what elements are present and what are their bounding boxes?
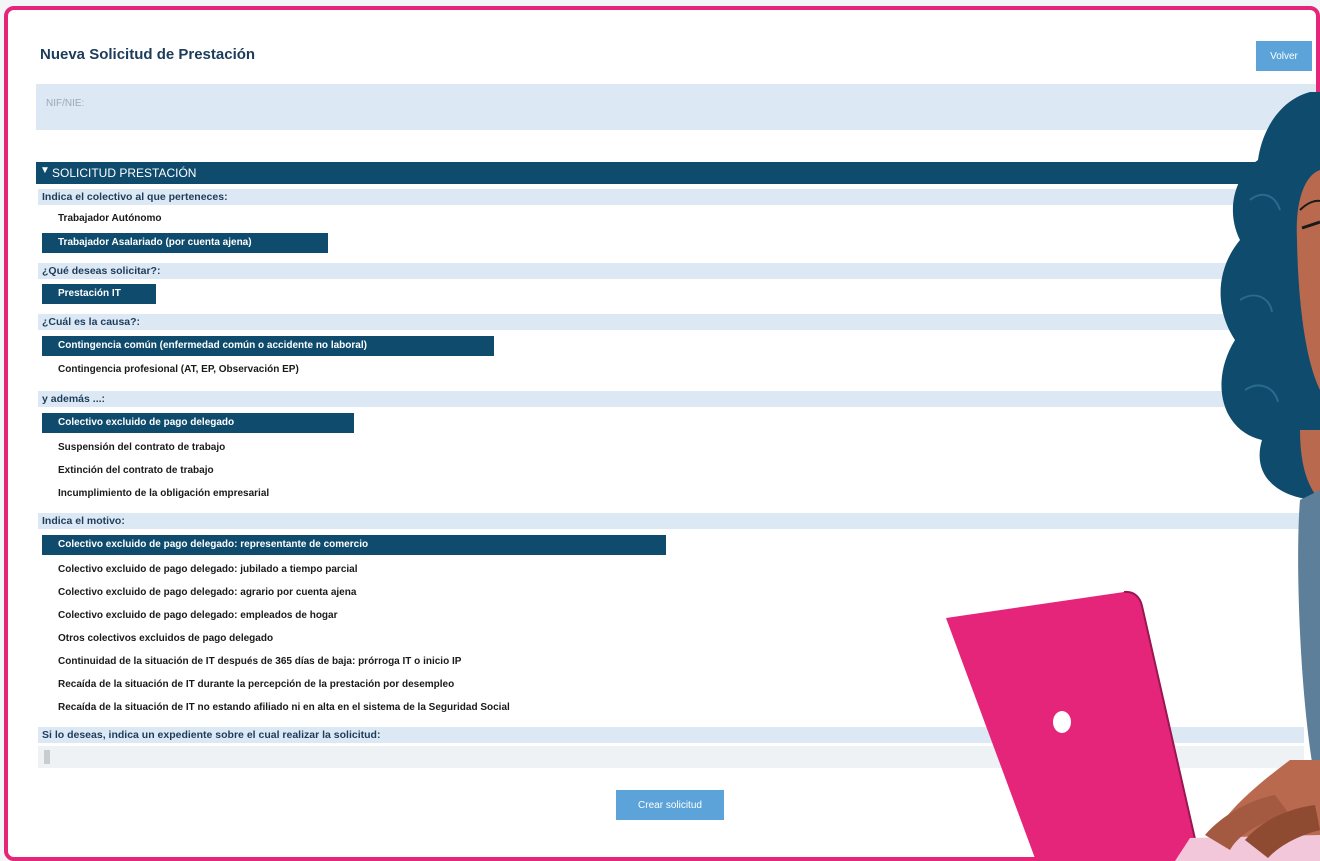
option-continuidad-it[interactable]: Continuidad de la situación de IT despué…: [58, 656, 461, 667]
text-caret: [44, 750, 50, 764]
section-title: SOLICITUD PRESTACIÓN: [52, 166, 197, 180]
label-ademas: y además ...:: [38, 391, 1304, 407]
page-title: Nueva Solicitud de Prestación: [40, 46, 256, 63]
option-recaida-desempleo[interactable]: Recaída de la situación de IT durante la…: [58, 679, 454, 690]
chevron-down-icon: ▼: [40, 165, 50, 176]
option-contingencia-profesional[interactable]: Contingencia profesional (AT, EP, Observ…: [58, 364, 299, 375]
label-expediente: Si lo deseas, indica un expediente sobre…: [38, 727, 1304, 743]
back-button[interactable]: Volver: [1256, 41, 1312, 71]
option-prestacion-it-selected[interactable]: Prestación IT: [42, 284, 156, 304]
option-incumplimiento[interactable]: Incumplimiento de la obligación empresar…: [58, 488, 269, 499]
label-causa: ¿Cuál es la causa?:: [38, 314, 1304, 330]
option-extincion[interactable]: Extinción del contrato de trabajo: [58, 465, 214, 476]
section-header[interactable]: ▼ SOLICITUD PRESTACIÓN: [36, 162, 1316, 184]
option-contingencia-comun-selected[interactable]: Contingencia común (enfermedad común o a…: [42, 336, 494, 356]
create-request-button[interactable]: Crear solicitud: [616, 790, 724, 820]
option-jubilado[interactable]: Colectivo excluido de pago delegado: jub…: [58, 564, 358, 575]
label-colectivo: Indica el colectivo al que perteneces:: [38, 189, 1304, 205]
option-otros-colectivos[interactable]: Otros colectivos excluidos de pago deleg…: [58, 633, 273, 644]
option-agrario[interactable]: Colectivo excluido de pago delegado: agr…: [58, 587, 356, 598]
option-empleados-hogar[interactable]: Colectivo excluido de pago delegado: emp…: [58, 610, 338, 621]
label-solicitar: ¿Qué deseas solicitar?:: [38, 263, 1304, 279]
option-asalariado-selected[interactable]: Trabajador Asalariado (por cuenta ajena): [42, 233, 328, 253]
expediente-input[interactable]: [38, 746, 1304, 768]
option-recaida-no-afiliado[interactable]: Recaída de la situación de IT no estando…: [58, 702, 510, 713]
option-representante-comercio-selected[interactable]: Colectivo excluido de pago delegado: rep…: [42, 535, 666, 555]
option-autonomo[interactable]: Trabajador Autónomo: [58, 213, 162, 224]
nif-placeholder: NIF/NIE:: [46, 98, 85, 109]
label-motivo: Indica el motivo:: [38, 513, 1304, 529]
nif-field[interactable]: NIF/NIE:: [36, 84, 1316, 130]
option-suspension[interactable]: Suspensión del contrato de trabajo: [58, 442, 225, 453]
option-colectivo-excluido-selected[interactable]: Colectivo excluido de pago delegado: [42, 413, 354, 433]
